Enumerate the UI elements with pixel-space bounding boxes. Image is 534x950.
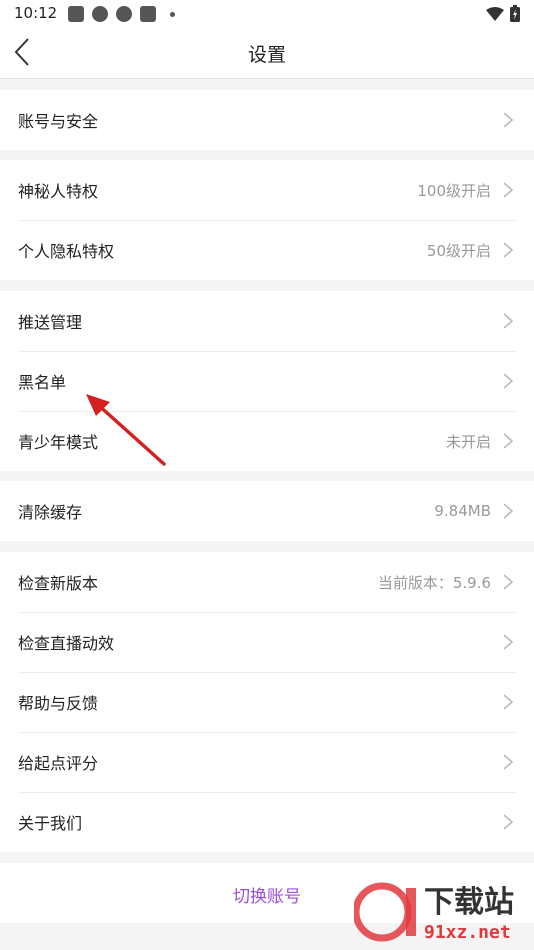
app-notification-icon-2 bbox=[140, 6, 156, 22]
settings-group-account: 账号与安全 bbox=[0, 90, 534, 150]
settings-item-mystery-privilege[interactable]: 神秘人特权 100级开启 bbox=[0, 160, 534, 220]
chevron-right-icon bbox=[503, 503, 514, 519]
page-title: 设置 bbox=[247, 44, 286, 66]
chevron-right-icon bbox=[503, 814, 514, 830]
settings-item-account-security[interactable]: 账号与安全 bbox=[0, 90, 534, 150]
settings-item-check-version[interactable]: 检查新版本 当前版本：5.9.6 bbox=[0, 552, 534, 612]
chevron-right-icon bbox=[503, 694, 514, 710]
sync-notification-icon bbox=[92, 6, 108, 22]
watermark-url: 91xz.net bbox=[424, 922, 511, 943]
settings-item-label: 账号与安全 bbox=[18, 112, 99, 131]
battery-icon bbox=[510, 5, 520, 22]
settings-group-privileges: 神秘人特权 100级开启 个人隐私特权 50级开启 bbox=[0, 160, 534, 280]
settings-item-help-feedback[interactable]: 帮助与反馈 bbox=[0, 672, 534, 732]
chevron-right-icon bbox=[503, 112, 514, 128]
annotation-arrow-icon bbox=[86, 394, 166, 466]
system-icons bbox=[486, 5, 520, 22]
chevron-right-icon bbox=[503, 433, 514, 449]
settings-group-about: 检查新版本 当前版本：5.9.6 检查直播动效 帮助与反馈 给起点评分 关于我们 bbox=[0, 552, 534, 852]
chevron-right-icon bbox=[503, 313, 514, 329]
settings-item-label: 神秘人特权 bbox=[18, 182, 99, 201]
more-notifications-icon bbox=[170, 11, 175, 17]
settings-item-clear-cache[interactable]: 清除缓存 9.84MB bbox=[0, 481, 534, 541]
watermark-logo: 下载站 91xz.net bbox=[352, 876, 534, 950]
settings-item-value: 50级开启 bbox=[426, 241, 491, 260]
settings-group-cache: 清除缓存 9.84MB bbox=[0, 481, 534, 541]
chevron-right-icon bbox=[503, 182, 514, 198]
settings-item-check-live-effects[interactable]: 检查直播动效 bbox=[0, 612, 534, 672]
chevron-right-icon bbox=[503, 373, 514, 389]
settings-item-label: 帮助与反馈 bbox=[18, 694, 99, 713]
settings-item-push-management[interactable]: 推送管理 bbox=[0, 291, 534, 351]
settings-item-rate-app[interactable]: 给起点评分 bbox=[0, 732, 534, 792]
sync-notification-icon-2 bbox=[116, 6, 132, 22]
settings-item-label: 检查直播动效 bbox=[18, 634, 115, 653]
settings-item-label: 清除缓存 bbox=[18, 503, 83, 522]
navigation-bar: 设置 bbox=[0, 28, 534, 79]
app-notification-icon bbox=[68, 6, 84, 22]
settings-item-label: 推送管理 bbox=[18, 313, 83, 332]
settings-item-value: 未开启 bbox=[445, 432, 491, 451]
settings-item-privacy-privilege[interactable]: 个人隐私特权 50级开启 bbox=[0, 220, 534, 280]
watermark-91-icon: 下载站 91xz.net bbox=[352, 882, 514, 943]
settings-item-label: 黑名单 bbox=[18, 373, 67, 392]
settings-item-value: 100级开启 bbox=[417, 181, 491, 200]
status-bar: 10:12 bbox=[0, 0, 534, 28]
settings-item-label: 关于我们 bbox=[18, 814, 83, 833]
wifi-icon bbox=[486, 6, 504, 21]
notification-icons bbox=[68, 6, 175, 22]
status-time: 10:12 bbox=[14, 4, 58, 22]
settings-item-value: 9.84MB bbox=[434, 502, 491, 520]
settings-item-value: 当前版本：5.9.6 bbox=[377, 573, 491, 592]
settings-item-label: 个人隐私特权 bbox=[18, 242, 115, 261]
chevron-right-icon bbox=[503, 574, 514, 590]
settings-item-label: 检查新版本 bbox=[18, 574, 99, 593]
watermark-title: 下载站 bbox=[424, 885, 514, 920]
chevron-right-icon bbox=[503, 754, 514, 770]
settings-item-label: 给起点评分 bbox=[18, 754, 99, 773]
settings-item-about-us[interactable]: 关于我们 bbox=[0, 792, 534, 852]
chevron-right-icon bbox=[503, 242, 514, 258]
chevron-right-icon bbox=[503, 634, 514, 650]
